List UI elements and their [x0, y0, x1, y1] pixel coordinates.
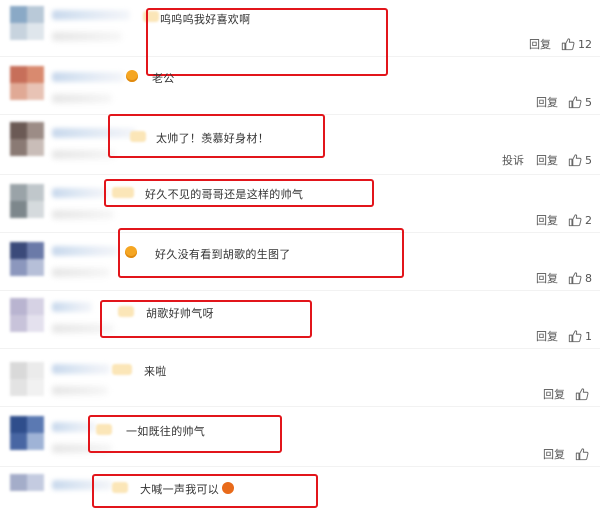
thumbs-up-icon	[561, 38, 575, 51]
vip-badge-icon	[112, 364, 132, 375]
reply-button[interactable]: 回复	[536, 328, 558, 344]
reply-button[interactable]: 回复	[536, 212, 558, 228]
username-blurred[interactable]	[52, 72, 124, 82]
username-blurred[interactable]	[52, 364, 110, 374]
comment-actions: 回复 5	[524, 94, 592, 110]
like-button[interactable]	[575, 387, 592, 401]
thumbs-up-icon	[568, 214, 582, 227]
timestamp-blurred	[52, 94, 112, 103]
thumbs-up-icon	[575, 388, 589, 401]
username-blurred[interactable]	[52, 10, 130, 20]
like-button[interactable]	[575, 447, 592, 461]
comment-item: 老公 回复 5	[0, 56, 600, 115]
comment-item: 好久不见的哥哥还是这样的帅气 回复 2	[0, 174, 600, 233]
like-button[interactable]: 8	[568, 271, 592, 285]
like-count: 5	[585, 95, 592, 109]
avatar[interactable]	[10, 122, 44, 156]
like-button[interactable]: 5	[568, 95, 592, 109]
comment-actions: 回复 8	[524, 270, 592, 286]
report-button[interactable]: 投诉	[502, 152, 524, 168]
avatar[interactable]	[10, 184, 44, 218]
comment-text: 来啦	[144, 365, 167, 378]
timestamp-blurred	[52, 150, 116, 159]
avatar[interactable]	[10, 474, 44, 508]
avatar[interactable]	[10, 6, 44, 40]
thumbs-up-icon	[568, 272, 582, 285]
comment-item: 胡歌好帅气呀 回复 1	[0, 290, 600, 349]
comment-item: 太帅了！羡慕好身材！ 投诉 回复 5	[0, 114, 600, 175]
thumbs-up-icon	[575, 448, 589, 461]
highlight-box	[104, 179, 374, 207]
comment-text: 老公	[152, 72, 175, 85]
avatar[interactable]	[10, 242, 44, 276]
like-button[interactable]: 5	[568, 153, 592, 167]
comment-list: 呜呜呜我好喜欢啊 回复 12 老公 回复 5 太帅了！羡慕好身材！ 投诉 回复 …	[0, 0, 600, 508]
username-blurred[interactable]	[52, 188, 108, 198]
thumbs-up-icon	[568, 154, 582, 167]
like-count: 12	[578, 37, 592, 51]
comment-item: 呜呜呜我好喜欢啊 回复 12	[0, 0, 600, 76]
emoji-icon	[126, 70, 138, 82]
avatar[interactable]	[10, 362, 44, 396]
avatar[interactable]	[10, 416, 44, 450]
comment-item: 来啦 回复	[0, 348, 600, 407]
like-count: 5	[585, 153, 592, 167]
reply-button[interactable]: 回复	[536, 270, 558, 286]
comment-actions: 回复 1	[524, 328, 592, 344]
comment-actions: 回复	[531, 386, 592, 402]
highlight-box	[108, 114, 325, 158]
timestamp-blurred	[52, 210, 114, 219]
like-button[interactable]: 1	[568, 329, 592, 343]
highlight-box	[88, 415, 282, 453]
reply-button[interactable]: 回复	[529, 36, 551, 52]
reply-button[interactable]: 回复	[543, 446, 565, 462]
avatar[interactable]	[10, 298, 44, 332]
like-button[interactable]: 2	[568, 213, 592, 227]
timestamp-blurred	[52, 32, 122, 41]
comment-item: 一如既往的帅气 回复	[0, 406, 600, 467]
like-count: 1	[585, 329, 592, 343]
comment-actions: 投诉 回复 5	[490, 152, 592, 168]
username-blurred[interactable]	[52, 302, 92, 312]
timestamp-blurred	[52, 268, 110, 277]
like-button[interactable]: 12	[561, 37, 592, 51]
reply-button[interactable]: 回复	[543, 386, 565, 402]
timestamp-blurred	[52, 386, 108, 395]
thumbs-up-icon	[568, 96, 582, 109]
avatar[interactable]	[10, 66, 44, 100]
thumbs-up-icon	[568, 330, 582, 343]
comment-actions: 回复 2	[524, 212, 592, 228]
comment-actions: 回复	[531, 446, 592, 462]
reply-button[interactable]: 回复	[536, 152, 558, 168]
highlight-box	[100, 300, 312, 338]
like-count: 8	[585, 271, 592, 285]
highlight-box	[118, 228, 404, 278]
comment-actions: 回复 12	[517, 36, 592, 52]
like-count: 2	[585, 213, 592, 227]
reply-button[interactable]: 回复	[536, 94, 558, 110]
comment-item: 大喊一声我可以	[0, 466, 600, 508]
comment-item: 好久没有看到胡歌的生图了 回复 8	[0, 228, 600, 291]
username-blurred[interactable]	[52, 246, 118, 256]
highlight-box	[92, 474, 318, 508]
